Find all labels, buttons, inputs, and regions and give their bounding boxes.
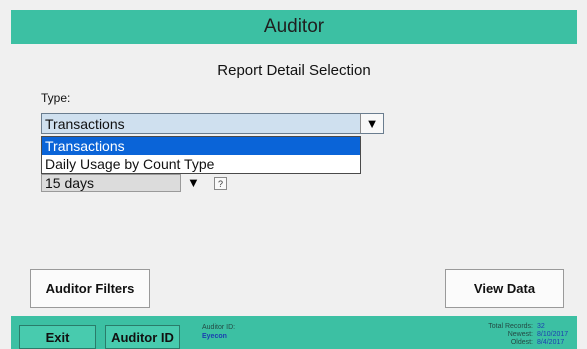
type-select-value: Transactions: [45, 115, 125, 132]
type-select[interactable]: Transactions ▼: [41, 113, 384, 134]
title-bar: Auditor: [11, 10, 577, 44]
triangle-down-icon[interactable]: ▼: [187, 175, 200, 190]
main-panel: Report Detail Selection Type: Transactio…: [11, 44, 577, 316]
dropdown-option-daily-usage[interactable]: Daily Usage by Count Type: [42, 155, 360, 173]
auditor-filters-button[interactable]: Auditor Filters: [30, 269, 150, 308]
help-button[interactable]: ?: [214, 177, 227, 190]
total-records-value: 32: [537, 323, 545, 330]
newest-value: 8/10/2017: [537, 331, 569, 338]
period-select-value: 15 days: [45, 175, 95, 191]
record-stats: Total Records: 32 Newest: 8/10/2017 Olde…: [451, 323, 571, 347]
exit-button[interactable]: Exit: [19, 325, 96, 349]
footer-bar: Exit Auditor ID Auditor ID: Eyecon Total…: [11, 316, 577, 349]
dropdown-option-transactions[interactable]: Transactions: [42, 137, 360, 155]
auditor-id-button[interactable]: Auditor ID: [105, 325, 180, 349]
oldest-value: 8/4/2017: [537, 339, 565, 346]
auditor-id-label: Auditor ID:: [202, 324, 236, 331]
period-select[interactable]: 15 days: [41, 174, 181, 192]
type-label: Type:: [41, 91, 71, 105]
triangle-down-icon[interactable]: ▼: [360, 114, 383, 133]
total-records-label: Total Records:: [488, 323, 533, 330]
type-dropdown-list: Transactions Daily Usage by Count Type: [41, 136, 361, 174]
newest-label: Newest:: [507, 331, 533, 338]
auditor-id-value: Eyecon: [202, 333, 227, 340]
auditor-window: Auditor Report Detail Selection Type: Tr…: [0, 0, 587, 349]
view-data-button[interactable]: View Data: [445, 269, 564, 308]
window-title: Auditor: [263, 16, 325, 37]
oldest-label: Oldest:: [510, 339, 533, 346]
section-title: Report Detail Selection: [217, 62, 371, 79]
